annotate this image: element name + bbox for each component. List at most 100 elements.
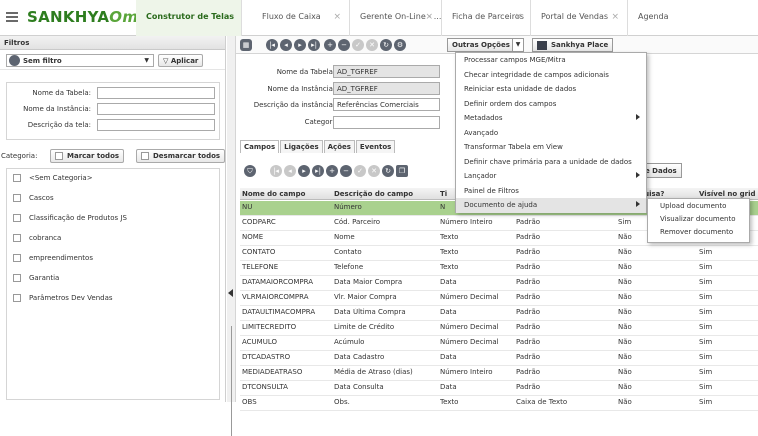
menu-item[interactable]: Documento de ajuda [456,198,646,213]
previous-record-icon[interactable]: ◂ [280,39,292,51]
tab-construtor-de-telas[interactable]: Construtor de Telas [136,0,242,36]
confirm-icon[interactable]: ✓ [352,39,364,51]
list-item[interactable]: Classificação de Produtos JS [7,209,219,229]
cancel-icon[interactable]: ✕ [368,165,380,177]
sankhya-place-button[interactable]: Sankhya Place [532,38,614,52]
check-all-button[interactable]: Marcar todos [50,149,125,163]
menu-item[interactable]: Avançado [456,126,646,141]
tab-eventos[interactable]: Eventos [355,140,396,153]
checkbox[interactable] [13,174,21,182]
remove-icon[interactable]: − [340,165,352,177]
grid-view-icon[interactable]: ▦ [240,39,252,51]
outras-opcoes-button[interactable]: Outras Opções [447,38,515,52]
funnel-icon: ▽ [163,57,171,65]
table-row[interactable]: ACUMULO Acúmulo Número Decimal Padrão Não Sim [240,336,758,351]
cancel-icon[interactable]: ✕ [366,39,378,51]
scrollbar[interactable] [231,326,232,436]
table-row[interactable]: VLRMAIORCOMPRA Vlr. Maior Compra Número De… [240,291,758,306]
table-row[interactable]: MEDIADEATRASO Média de Atraso (dias) Númer… [240,366,758,381]
tab-acoes[interactable]: Ações [323,140,355,153]
submenu-item[interactable]: Visualizar documento [648,212,749,225]
panel-splitter[interactable] [227,36,236,436]
menu-item[interactable]: Checar integridade de campos adicionais [456,68,646,83]
menu-item[interactable]: Metadados [456,111,646,126]
menu-item[interactable]: Definir ordem dos campos [456,97,646,112]
table-cell: CODPARC [242,218,276,226]
apply-button[interactable]: ▽ Aplicar [158,54,204,67]
instance-name-input[interactable] [97,103,215,115]
first-record-icon[interactable]: |◂ [266,39,278,51]
close-icon[interactable]: × [611,12,619,22]
table-row[interactable]: DTCADASTRO Data Cadastro Data Padrão Não Sim [240,351,758,366]
table-cell: TELEFONE [242,263,279,271]
next-record-icon[interactable]: ▸ [294,39,306,51]
last-record-icon[interactable]: ▸| [312,165,324,177]
tab-ficha-de-parceiros[interactable]: Ficha de Parceiros × [442,0,531,36]
previous-record-icon[interactable]: ◂ [284,165,296,177]
table-cell: Número [334,203,362,211]
collapse-arrow-icon[interactable] [228,289,233,297]
filter-icon[interactable]: ⛉ [244,165,256,177]
close-icon[interactable]: × [425,12,433,22]
checkbox[interactable] [13,234,21,242]
tab-fluxo-de-caixa[interactable]: Fluxo de Caixa × [252,0,350,36]
remove-icon[interactable]: − [338,39,350,51]
settings-icon[interactable]: ⚙ [394,39,406,51]
refresh-icon[interactable]: ↻ [380,39,392,51]
last-record-icon[interactable]: ▸| [308,39,320,51]
next-record-icon[interactable]: ▸ [298,165,310,177]
uncheck-all-button[interactable]: Desmarcar todos [136,149,226,163]
menu-item[interactable]: Lançador [456,169,646,184]
filter-select[interactable]: Sem filtro ▼ [6,54,154,67]
tab-portal-de-vendas[interactable]: Portal de Vendas × [531,0,628,36]
tab-gerente-on-line[interactable]: Gerente On-Line - ... × [350,0,442,36]
table-cell: NU [242,203,253,211]
table-row[interactable]: OBS Obs. Texto Caixa de Texto Não Sim [240,396,758,411]
tab-ligacoes[interactable]: Ligações [280,140,323,153]
instance-name-field[interactable]: AD_TGFREF [333,82,440,95]
submenu-item[interactable]: Upload documento [648,199,749,212]
category-field[interactable] [333,116,440,129]
screen-desc-input[interactable] [97,119,215,131]
table-row[interactable]: DATAMAIORCOMPRA Data Maior Compra Data Padr… [240,276,758,291]
description-field[interactable]: Referências Comerciais [333,98,440,111]
confirm-icon[interactable]: ✓ [354,165,366,177]
menu-item[interactable]: Transformar Tabela em View [456,140,646,155]
close-icon[interactable]: × [333,12,341,22]
tab-campos[interactable]: Campos [240,140,280,153]
add-icon[interactable]: + [326,165,338,177]
filter-bar: Sem filtro ▼ ▽ Aplicar [0,50,225,70]
table-row[interactable]: TELEFONE Telefone Texto Padrão Não Sim [240,261,758,276]
checkbox[interactable] [13,274,21,282]
checkbox[interactable] [13,294,21,302]
list-item[interactable]: cobranca [7,229,219,249]
refresh-icon[interactable]: ↻ [382,165,394,177]
menu-item[interactable]: Painel de Filtros [456,184,646,199]
list-item[interactable]: Parâmetros Dev Vendas [7,289,219,309]
copy-icon[interactable]: ❐ [396,165,408,177]
submenu-item[interactable]: Remover documento [648,225,749,238]
close-icon[interactable]: × [514,12,522,22]
list-item[interactable]: Garantia [7,269,219,289]
checkbox[interactable] [13,194,21,202]
table-row[interactable]: LIMITECREDITO Limite de Crédito Número Dec… [240,321,758,336]
menu-icon[interactable] [6,12,18,22]
list-item[interactable]: empreendimentos [7,249,219,269]
menu-item[interactable]: Processar campos MGE/Mitra [456,53,646,68]
add-icon[interactable]: + [324,39,336,51]
table-name-field[interactable]: AD_TGFREF [333,65,440,78]
first-record-icon[interactable]: |◂ [270,165,282,177]
table-row[interactable]: CONTATO Contato Texto Padrão Não Sim [240,246,758,261]
table-row[interactable]: DATAULTIMACOMPRA Data Última Compra Data Pa… [240,306,758,321]
filter-select-value: Sem filtro [23,57,62,65]
menu-item[interactable]: Reiniciar esta unidade de dados [456,82,646,97]
tab-agenda[interactable]: Agenda [628,0,758,36]
table-row[interactable]: DTCONSULTA Data Consulta Data Padrão Não Sim [240,381,758,396]
checkbox[interactable] [13,214,21,222]
list-item[interactable]: Cascos [7,189,219,209]
menu-item[interactable]: Definir chave primária para a unidade de… [456,155,646,170]
list-item[interactable]: <Sem Categoria> [7,169,219,189]
chevron-down-icon[interactable]: ▼ [512,38,524,52]
table-name-input[interactable] [97,87,215,99]
checkbox[interactable] [13,254,21,262]
